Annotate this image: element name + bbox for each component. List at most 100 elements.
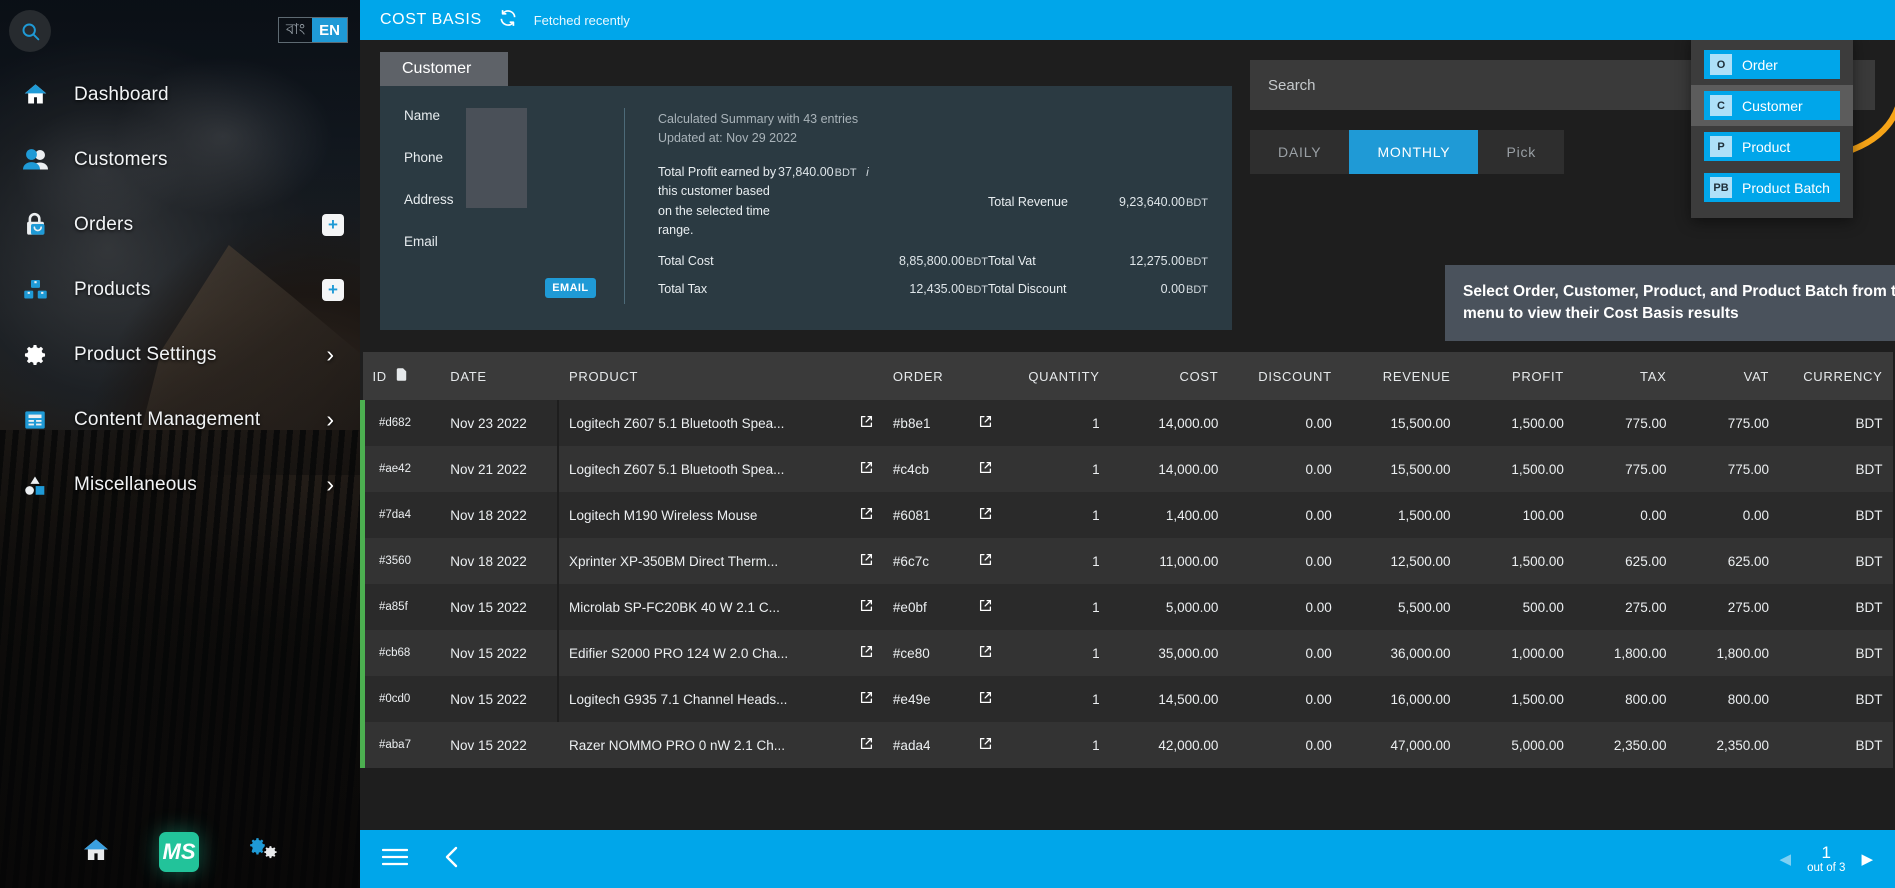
column-header-cost[interactable]: COST bbox=[1109, 352, 1229, 401]
summary-stats: Calculated Summary with 43 entries Updat… bbox=[658, 108, 1208, 304]
ms-logo[interactable]: MS bbox=[159, 832, 199, 872]
open-external-icon[interactable] bbox=[979, 507, 992, 523]
sidebar-item-products[interactable]: Products + bbox=[0, 257, 360, 322]
cell-product: Microlab SP-FC20BK 40 W 2.1 C... bbox=[559, 584, 883, 630]
current-page: 1 bbox=[1821, 842, 1831, 862]
copy-icon[interactable] bbox=[396, 368, 407, 384]
prev-page-button[interactable]: ◀ bbox=[1780, 850, 1792, 868]
footer-home-button[interactable] bbox=[81, 835, 111, 870]
column-header-profit[interactable]: PROFIT bbox=[1460, 352, 1574, 401]
cell-revenue: 12,500.00 bbox=[1390, 553, 1451, 569]
open-external-icon[interactable] bbox=[860, 691, 873, 707]
dropdown-item-product[interactable]: P Product bbox=[1704, 132, 1840, 161]
column-header-tax[interactable]: TAX bbox=[1573, 352, 1677, 401]
open-external-icon[interactable] bbox=[860, 415, 873, 431]
dropdown-item-order[interactable]: O Order bbox=[1704, 50, 1840, 79]
sidebar-item-orders[interactable]: Orders + bbox=[0, 192, 360, 257]
open-external-icon[interactable] bbox=[979, 461, 992, 477]
sidebar-item-product-settings[interactable]: Product Settings › bbox=[0, 322, 360, 387]
language-option-bangla[interactable]: বাং bbox=[279, 18, 312, 42]
email-badge[interactable]: EMAIL bbox=[545, 278, 596, 299]
sidebar-item-miscellaneous[interactable]: Miscellaneous › bbox=[0, 452, 360, 517]
chevron-right-icon: › bbox=[326, 471, 334, 497]
open-external-icon[interactable] bbox=[979, 415, 992, 431]
page-indicator: 1 out of 3 bbox=[1807, 843, 1845, 876]
table-row[interactable]: #aba7 Nov 15 2022 Razer NOMMO PRO 0 nW 2.1… bbox=[360, 722, 1893, 769]
profit-amount: 37,840.00 bbox=[778, 164, 834, 179]
cell-vat: 275.00 bbox=[1727, 599, 1770, 615]
column-header-date[interactable]: DATE bbox=[440, 352, 559, 401]
cell-profit: 1,000.00 bbox=[1511, 645, 1564, 661]
cell-quantity: 1 bbox=[1092, 507, 1100, 523]
stat-value-total-revenue: 9,23,640.00BDT bbox=[1119, 195, 1208, 209]
sidebar-item-label: Dashboard bbox=[74, 83, 169, 105]
next-page-button[interactable]: ▶ bbox=[1861, 850, 1873, 868]
tab-daily[interactable]: DAILY bbox=[1250, 130, 1349, 174]
stat-value-total-discount: 0.00BDT bbox=[1161, 282, 1208, 296]
table-row[interactable]: #7da4 Nov 18 2022 Logitech M190 Wireless M… bbox=[360, 492, 1893, 539]
open-external-icon[interactable] bbox=[860, 599, 873, 615]
cell-profit: 500.00 bbox=[1522, 599, 1564, 615]
sidebar-item-dashboard[interactable]: Dashboard bbox=[0, 62, 360, 127]
stat-label-total-discount: Total Discount bbox=[988, 282, 1067, 297]
dropdown-item-label: Order bbox=[1742, 56, 1778, 73]
open-external-icon[interactable] bbox=[860, 645, 873, 661]
sidebar-item-customers[interactable]: Customers bbox=[0, 127, 360, 192]
annotation-callout: Select Order, Customer, Product, and Pro… bbox=[1445, 265, 1895, 341]
add-order-button[interactable]: + bbox=[322, 213, 344, 236]
stat-value-total-vat: 12,275.00BDT bbox=[1129, 254, 1208, 268]
open-external-icon[interactable] bbox=[979, 691, 992, 707]
open-external-icon[interactable] bbox=[979, 737, 992, 753]
table-row[interactable]: #0cd0 Nov 15 2022 Logitech G935 7.1 Channe… bbox=[360, 676, 1893, 723]
open-external-icon[interactable] bbox=[979, 645, 992, 661]
open-external-icon[interactable] bbox=[860, 507, 873, 523]
cell-quantity: 1 bbox=[1092, 737, 1100, 753]
customer-tab[interactable]: Customer bbox=[380, 52, 508, 86]
tab-pick[interactable]: Pick bbox=[1478, 130, 1564, 174]
open-external-icon[interactable] bbox=[979, 553, 992, 569]
cell-id: #0cd0 bbox=[360, 676, 441, 723]
tab-monthly[interactable]: MONTHLY bbox=[1349, 130, 1479, 174]
table-row[interactable]: #a85f Nov 15 2022 Microlab SP-FC20BK 40 W … bbox=[360, 584, 1893, 631]
open-external-icon[interactable] bbox=[860, 461, 873, 477]
cell-profit: 5,000.00 bbox=[1511, 737, 1564, 753]
open-external-icon[interactable] bbox=[860, 553, 873, 569]
cell-id: #7da4 bbox=[360, 492, 441, 539]
refresh-icon[interactable] bbox=[498, 8, 518, 33]
chevron-left-icon[interactable] bbox=[444, 845, 460, 874]
dropdown-row-product-batch: PB Product Batch bbox=[1691, 167, 1853, 208]
hamburger-icon[interactable] bbox=[381, 847, 409, 872]
column-header-revenue[interactable]: REVENUE bbox=[1341, 352, 1461, 401]
table-row[interactable]: #ae42 Nov 21 2022 Logitech Z607 5.1 Blueto… bbox=[360, 446, 1893, 493]
cell-id: #a85f bbox=[360, 584, 441, 631]
column-header-product[interactable]: PRODUCT bbox=[559, 352, 883, 401]
search-button[interactable] bbox=[9, 10, 51, 52]
cell-order: #6c7c bbox=[883, 538, 1002, 584]
bag-icon bbox=[22, 211, 74, 238]
dropdown-item-customer[interactable]: C Customer bbox=[1704, 91, 1840, 120]
column-header-id[interactable]: ID bbox=[362, 352, 441, 401]
table-row[interactable]: #cb68 Nov 15 2022 Edifier S2000 PRO 124 W … bbox=[360, 630, 1893, 677]
table-row[interactable]: #3560 Nov 18 2022 Xprinter XP-350BM Direct… bbox=[360, 538, 1893, 585]
column-header-discount[interactable]: DISCOUNT bbox=[1228, 352, 1342, 401]
cell-cost: 35,000.00 bbox=[1158, 645, 1219, 661]
column-header-currency[interactable]: CURRENCY bbox=[1779, 352, 1893, 401]
add-product-button[interactable]: + bbox=[322, 278, 344, 301]
sidebar-item-content-management[interactable]: Content Management › bbox=[0, 387, 360, 452]
language-toggle[interactable]: বাং EN bbox=[278, 17, 348, 43]
column-header-vat[interactable]: VAT bbox=[1676, 352, 1780, 401]
open-external-icon[interactable] bbox=[979, 599, 992, 615]
summary-updated-line: Updated at: Nov 29 2022 bbox=[658, 131, 797, 146]
table-row[interactable]: #d682 Nov 23 2022 Logitech Z607 5.1 Blueto… bbox=[360, 400, 1893, 447]
open-external-icon[interactable] bbox=[860, 737, 873, 753]
language-option-english[interactable]: EN bbox=[312, 18, 347, 42]
cell-tax: 625.00 bbox=[1625, 553, 1667, 569]
cell-date: Nov 15 2022 bbox=[450, 737, 527, 753]
info-icon[interactable]: i bbox=[866, 165, 869, 179]
footer-settings-button[interactable] bbox=[247, 837, 279, 868]
column-header-quantity[interactable]: QUANTITY bbox=[1001, 352, 1110, 401]
column-header-order[interactable]: ORDER bbox=[882, 352, 1002, 401]
dropdown-item-product-batch[interactable]: PB Product Batch bbox=[1704, 173, 1840, 202]
cell-quantity: 1 bbox=[1092, 461, 1100, 477]
cell-profit: 1,500.00 bbox=[1511, 553, 1564, 569]
